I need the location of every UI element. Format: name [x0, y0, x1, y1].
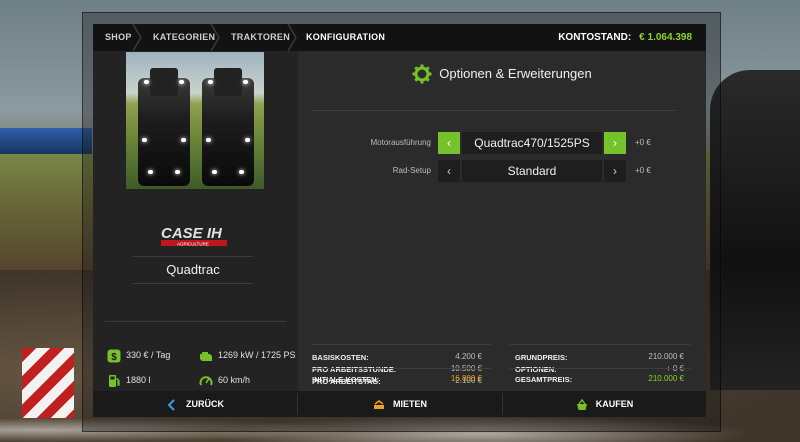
basiskosten-value: 4.200 € [455, 352, 482, 361]
breadcrumb-shop[interactable]: SHOP [105, 24, 132, 51]
brand-logo: CASE IH AGRICULTURE [158, 223, 233, 249]
breadcrumb-kategorien[interactable]: KATEGORIEN [153, 24, 215, 51]
top-bar: SHOP KATEGORIEN TRAKTOREN KONFIGURATION … [93, 24, 706, 51]
vehicle-name: Quadtrac [133, 256, 253, 284]
total-price-label: GESAMTPREIS: [515, 375, 573, 384]
tractor-shape [138, 68, 190, 186]
option-motor-value: Quadtrac470/1525PS [462, 132, 602, 154]
option-label-rad: Rad-Setup [392, 166, 431, 175]
back-button[interactable]: ZURÜCK [93, 391, 297, 417]
totals-divider-left [312, 368, 492, 369]
breadcrumb-chevron-icon [209, 24, 221, 51]
option-motor-price: +0 € [635, 138, 651, 147]
stat-power: 1269 kW / 1725 PS [199, 347, 296, 363]
speedometer-icon [199, 374, 213, 388]
fuel-icon [107, 374, 121, 388]
grundpreis-value: 210.000 € [648, 352, 684, 361]
initial-cost-label: INITIALE KOSTEN: [312, 375, 380, 384]
gear-wrench-icon [412, 64, 432, 84]
option-rad-prev-button[interactable]: ‹ [438, 160, 460, 182]
basiskosten-label: BASISKOSTEN: [312, 353, 369, 362]
vehicle-panel: CASE IH AGRICULTURE Quadtrac $ 330 € / T… [93, 51, 298, 391]
options-panel: Optionen & Erweiterungen Motorausführung… [298, 51, 706, 391]
svg-text:$: $ [111, 352, 117, 363]
option-rad-value: Standard [462, 160, 602, 182]
shop-window: SHOP KATEGORIEN TRAKTOREN KONFIGURATION … [93, 24, 706, 417]
grundpreis-label: GRUNDPREIS: [515, 353, 568, 362]
rent-button[interactable]: MIETEN [298, 391, 502, 417]
options-divider [312, 110, 676, 111]
svg-text:CASE IH: CASE IH [161, 225, 223, 242]
option-rad-next-button[interactable]: › [604, 160, 626, 182]
background-machine [710, 70, 800, 390]
costs-divider-left [312, 344, 492, 345]
svg-text:AGRICULTURE: AGRICULTURE [177, 242, 209, 247]
engine-icon [199, 349, 213, 363]
options-title: Optionen & Erweiterungen [439, 66, 592, 81]
vehicle-image [126, 52, 264, 189]
rent-icon [373, 399, 385, 411]
option-motor-prev-button[interactable]: ‹ [438, 132, 460, 154]
totals-strip: INITIALE KOSTEN: 16.800 € GESAMTPREIS: 2… [298, 366, 706, 390]
stat-speed: 60 km/h [199, 372, 250, 388]
totals-divider-right [510, 368, 690, 369]
chevron-left-icon [166, 398, 178, 411]
account-balance: KONTOSTAND: € 1.064.398 [558, 24, 692, 51]
account-value: € 1.064.398 [639, 32, 692, 43]
tractor-shape [202, 68, 254, 186]
background-trailer [0, 128, 92, 154]
buy-button[interactable]: KAUFEN [503, 391, 706, 417]
initial-cost-value: 16.800 € [450, 374, 482, 383]
option-label-motor: Motorausführung [370, 138, 431, 147]
breadcrumb-chevron-icon [131, 24, 143, 51]
breadcrumb-konfiguration: KONFIGURATION [306, 32, 386, 42]
stat-daily-cost: $ 330 € / Tag [107, 347, 170, 363]
options-header: Optionen & Erweiterungen [298, 59, 706, 89]
account-label: KONTOSTAND: [558, 32, 632, 43]
basket-icon [576, 398, 588, 411]
stats-divider [105, 321, 286, 322]
breadcrumb-chevron-icon [286, 24, 298, 51]
dollar-icon: $ [107, 349, 121, 363]
stat-fuel: 1880 l [107, 372, 151, 388]
bottom-bar: ZURÜCK MIETEN KAUFEN [93, 391, 706, 417]
breadcrumb-traktoren[interactable]: TRAKTOREN [231, 24, 290, 51]
total-price-value: 210.000 € [648, 374, 684, 383]
option-rad-price: +0 € [635, 166, 651, 175]
costs-divider-right [510, 344, 690, 345]
option-motor-next-button[interactable]: › [604, 132, 626, 154]
